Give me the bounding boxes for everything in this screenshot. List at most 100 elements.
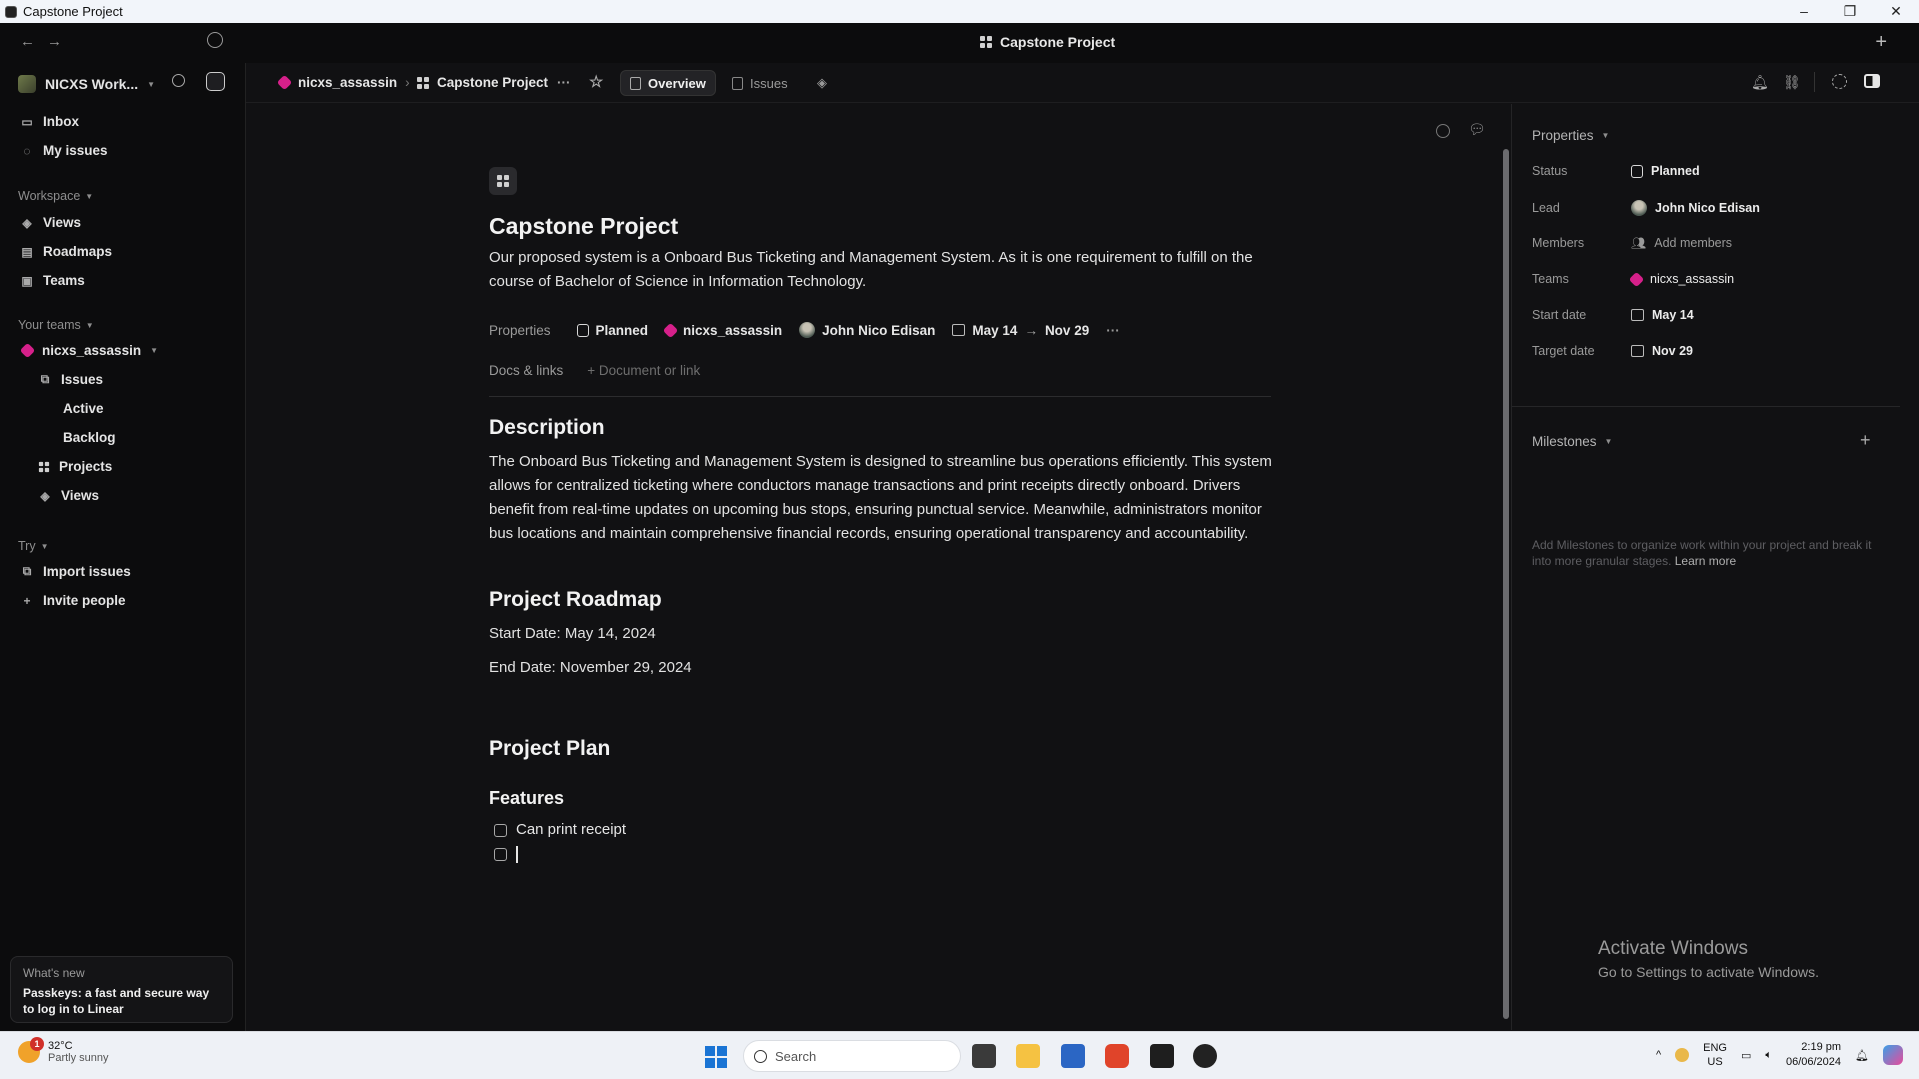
link-icon[interactable]: ⛓︎ — [1783, 74, 1801, 91]
sidebar-item-projects[interactable]: Projects — [38, 459, 112, 474]
weather-icon: 1 — [18, 1037, 44, 1063]
notifications-icon[interactable]: 🔔︎ — [1855, 1049, 1869, 1062]
compose-icon[interactable] — [206, 72, 225, 91]
progress-icon[interactable] — [1832, 74, 1847, 89]
file-explorer-icon[interactable] — [1016, 1044, 1040, 1068]
sidebar-item-team-views[interactable]: ◈ Views — [38, 488, 99, 503]
property-teams[interactable]: Teams nicxs_assassin — [1532, 271, 1902, 287]
property-lead[interactable]: Lead John Nico Edisan — [1532, 200, 1902, 216]
sidebar-item-import-issues[interactable]: ⧉ Import issues — [20, 564, 131, 579]
system-tray: ^ ENG US ▭ 🔈︎ 2:19 pm 06/06/2024 🔔︎ — [1656, 1040, 1903, 1070]
add-milestone-icon[interactable]: + — [1860, 430, 1871, 451]
chevron-down-icon: ▼ — [147, 79, 156, 89]
sidebar-item-active[interactable]: Active — [63, 401, 104, 416]
new-tab-icon[interactable]: + — [1875, 31, 1887, 54]
chevron-up-icon[interactable]: ^ — [1656, 1049, 1661, 1061]
description-text[interactable]: The Onboard Bus Ticketing and Management… — [489, 450, 1289, 546]
import-icon: ⧉ — [22, 564, 32, 578]
project-icon[interactable] — [489, 167, 517, 195]
add-document-link[interactable]: + Document or link — [587, 363, 700, 378]
learn-more-link[interactable]: Learn more — [1675, 554, 1736, 568]
back-forward-arrows[interactable]: ←→ — [20, 33, 74, 50]
lead-chip[interactable]: John Nico Edisan — [799, 322, 935, 338]
tab-issues[interactable]: Issues — [723, 70, 797, 96]
projects-icon — [38, 461, 50, 472]
store-icon[interactable] — [1061, 1044, 1085, 1068]
check-circle-icon[interactable] — [1436, 124, 1450, 138]
sidebar-item-my-issues[interactable]: ◌ My issues — [20, 143, 107, 158]
feature-checkbox[interactable] — [494, 824, 507, 837]
start-button[interactable] — [705, 1046, 727, 1068]
whats-new-card[interactable]: What's new Passkeys: a fast and secure w… — [10, 956, 233, 1023]
sidebar-team[interactable]: nicxs_assassin ▼ — [19, 342, 158, 359]
more-properties-button[interactable]: ··· — [1106, 323, 1120, 338]
property-status[interactable]: Status Planned — [1532, 164, 1902, 178]
try-header[interactable]: Try ▼ — [18, 539, 49, 553]
date-range-chip[interactable]: May 14 → Nov 29 — [952, 323, 1089, 338]
roadmap-icon: ▤ — [21, 244, 33, 259]
sidebar-item-teams[interactable]: ▣ Teams — [20, 273, 84, 288]
center-title: Capstone Project — [980, 34, 1115, 50]
your-teams-header[interactable]: Your teams ▼ — [18, 318, 94, 332]
star-icon[interactable]: ☆ — [589, 72, 603, 92]
text-cursor — [516, 846, 518, 863]
property-members[interactable]: Members 👥︎ Add members — [1532, 236, 1902, 250]
plan-heading[interactable]: Project Plan — [489, 737, 610, 761]
panel-toggle-icon[interactable] — [1864, 74, 1880, 88]
status-chip[interactable]: Planned — [576, 323, 648, 338]
onedrive-icon[interactable] — [1675, 1048, 1690, 1062]
history-icon[interactable] — [207, 32, 223, 48]
sidebar-item-roadmaps[interactable]: ▤ Roadmaps — [20, 244, 112, 259]
more-options-button[interactable]: ··· — [557, 75, 571, 90]
taskbar-search[interactable]: Search — [743, 1040, 961, 1072]
sidebar-item-invite-people[interactable]: + Invite people — [20, 593, 125, 608]
language-indicator[interactable]: ENG US — [1703, 1041, 1727, 1069]
bell-icon[interactable]: 🔔︎ — [1751, 74, 1769, 91]
property-start-date[interactable]: Start date May 14 — [1532, 308, 1902, 322]
add-view-icon[interactable]: ◈ — [808, 70, 836, 96]
network-icon[interactable]: ▭ — [1741, 1049, 1751, 1062]
description-heading[interactable]: Description — [489, 416, 605, 440]
brave-icon[interactable] — [1105, 1044, 1129, 1068]
comment-icon[interactable]: 💬︎ — [1468, 121, 1486, 138]
minimize-button[interactable]: – — [1781, 0, 1827, 23]
workspace-section-header[interactable]: Workspace ▼ — [18, 189, 93, 203]
property-target-date[interactable]: Target date Nov 29 — [1532, 344, 1902, 358]
tab-overview[interactable]: Overview — [620, 70, 716, 96]
activate-windows-watermark: Activate Windows Go to Settings to activ… — [1598, 938, 1819, 980]
milestones-note: Add Milestones to organize work within y… — [1532, 538, 1872, 568]
scrollbar[interactable] — [1503, 149, 1509, 1019]
sidebar-item-backlog[interactable]: Backlog — [63, 430, 116, 445]
workspace-switcher[interactable]: NICXS Work... ▼ — [18, 75, 155, 93]
app-icon — [5, 5, 17, 18]
breadcrumb-separator: › — [405, 75, 410, 90]
roadmap-end[interactable]: End Date: November 29, 2024 — [489, 656, 1289, 680]
weather-widget[interactable]: 1 32°C Partly sunny — [18, 1037, 109, 1064]
issues-icon — [732, 76, 743, 90]
copilot-icon[interactable] — [1883, 1045, 1903, 1065]
sidebar-item-inbox[interactable]: ▭ Inbox — [20, 114, 79, 129]
roadmap-heading[interactable]: Project Roadmap — [489, 588, 662, 612]
maximize-button[interactable]: ❐ — [1827, 0, 1873, 23]
clock[interactable]: 2:19 pm 06/06/2024 — [1786, 1040, 1841, 1070]
sidebar-item-views[interactable]: ◈ Views — [20, 215, 81, 230]
project-title[interactable]: Capstone Project — [489, 213, 678, 240]
team-chip[interactable]: nicxs_assassin — [662, 322, 782, 338]
properties-header[interactable]: Properties ▼ — [1532, 128, 1609, 143]
breadcrumb-project[interactable]: Capstone Project — [417, 75, 548, 90]
volume-icon[interactable]: 🔈︎ — [1765, 1049, 1772, 1062]
feature-checkbox[interactable] — [494, 848, 507, 861]
linear-app-icon[interactable] — [1193, 1044, 1217, 1068]
sidebar-item-issues[interactable]: ⧉ Issues — [38, 372, 103, 387]
task-view-icon[interactable] — [972, 1044, 996, 1068]
milestones-header[interactable]: Milestones ▼ — [1532, 434, 1612, 449]
close-button[interactable]: ✕ — [1873, 0, 1919, 23]
breadcrumb-team[interactable]: nicxs_assassin › — [276, 74, 410, 91]
roadmap-start[interactable]: Start Date: May 14, 2024 — [489, 622, 1289, 646]
search-icon[interactable] — [172, 74, 185, 87]
feature-item[interactable]: Can print receipt — [516, 821, 626, 838]
figma-icon[interactable] — [1150, 1044, 1174, 1068]
project-summary[interactable]: Our proposed system is a Onboard Bus Tic… — [489, 246, 1289, 294]
layers-icon: ◈ — [40, 488, 50, 503]
features-heading[interactable]: Features — [489, 788, 564, 809]
